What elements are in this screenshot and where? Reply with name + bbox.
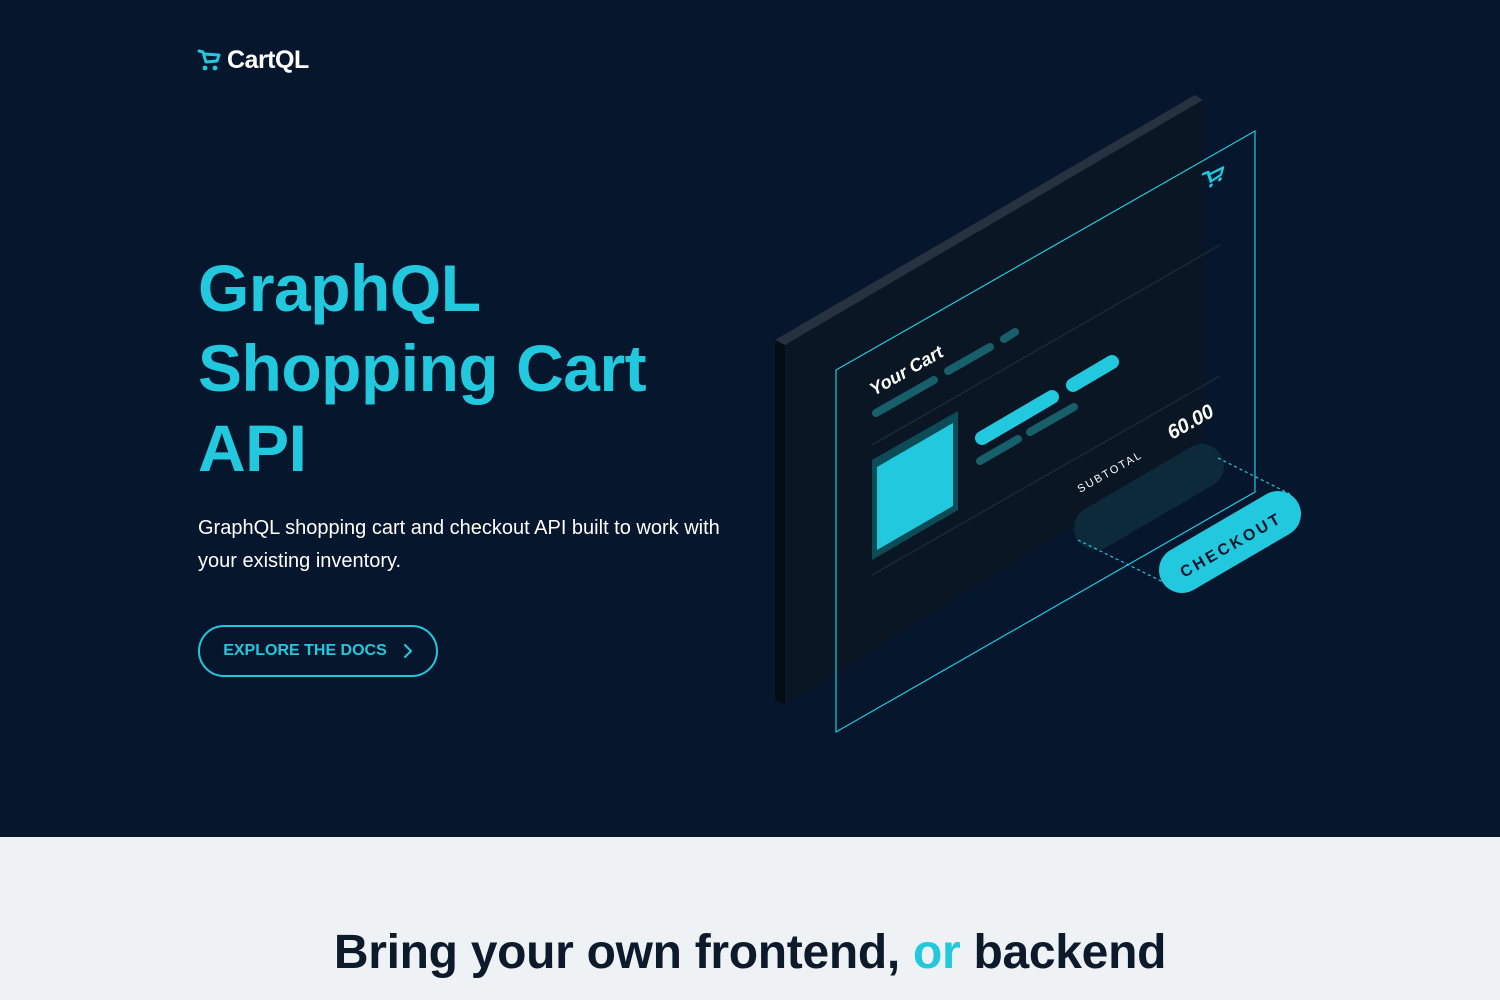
hero-subtitle: GraphQL shopping cart and checkout API b… — [198, 517, 720, 572]
panel-cart-icon — [1201, 166, 1225, 188]
section-title-accent: or — [913, 926, 961, 979]
cart-illustration: Your Cart SUBTOTAL 60.00 CHECKOUT — [775, 95, 1301, 734]
brand-name: CartQL — [227, 45, 309, 74]
hero-section: CartQL GraphQL Shopping Cart API GraphQL… — [0, 0, 1500, 837]
section-title: Bring your own frontend, or backend — [0, 920, 1500, 986]
section-title-part-1: Bring your own frontend, — [333, 926, 900, 979]
explore-docs-button[interactable]: EXPLORE THE DOCS — [198, 625, 438, 677]
section-title-part-2: backend — [973, 926, 1167, 979]
explore-docs-label: EXPLORE THE DOCS — [223, 642, 387, 659]
chevron-right-icon — [403, 644, 412, 658]
cart-icon — [197, 49, 221, 71]
headline-line-2: Shopping Cart — [198, 331, 647, 405]
hero-headline: GraphQL Shopping Cart API — [198, 248, 647, 488]
cartql-logo[interactable]: CartQL — [197, 44, 309, 76]
headline-line-3: API — [198, 411, 307, 485]
headline-line-1: GraphQL — [198, 251, 481, 325]
